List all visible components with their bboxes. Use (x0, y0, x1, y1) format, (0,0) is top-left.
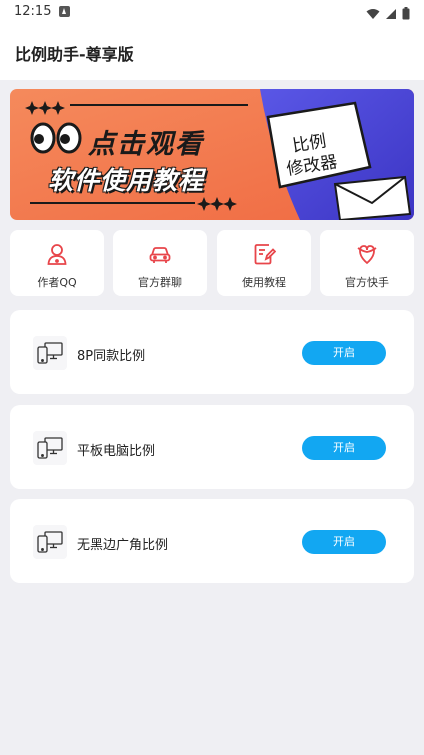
enable-button[interactable]: 开启 (302, 341, 386, 365)
quick-item-label: 作者QQ (37, 276, 77, 289)
enable-button[interactable]: 开启 (302, 530, 386, 554)
enable-button[interactable]: 开启 (302, 436, 386, 460)
wifi-icon (366, 5, 380, 24)
banner-headline-1: 点击观看 (88, 129, 204, 160)
status-time: 12:15 (14, 4, 52, 19)
app-bar: 比例助手-尊享版 (0, 24, 424, 80)
quick-item-author-qq[interactable]: 作者QQ (10, 230, 104, 296)
notification-a-icon (59, 6, 70, 17)
kuaishou-icon (355, 242, 379, 266)
battery-icon (402, 5, 410, 24)
banner-graphic (10, 89, 414, 220)
ratio-label: 无黑边广角比例 (77, 538, 169, 553)
qq-person-icon (45, 242, 69, 266)
quick-item-official-group[interactable]: 官方群聊 (113, 230, 207, 296)
quick-item-label: 官方快手 (345, 276, 389, 289)
signal-icon (385, 5, 397, 24)
status-icons (366, 5, 410, 24)
status-bar: 12:15 (0, 0, 424, 24)
ratio-card-wide-angle: 无黑边广角比例 开启 (10, 499, 414, 583)
quick-item-tutorial[interactable]: 使用教程 (217, 230, 311, 296)
quick-item-kuaishou[interactable]: 官方快手 (320, 230, 414, 296)
devices-icon (33, 431, 67, 465)
banner-headline-2: 软件使用教程 (48, 166, 205, 195)
quick-item-label: 使用教程 (242, 276, 286, 289)
quick-item-label: 官方群聊 (138, 276, 182, 289)
devices-icon (33, 336, 67, 370)
envelope-icon (333, 175, 412, 220)
quick-actions: 作者QQ 官方群聊 使用教程 官方快手 (10, 230, 414, 296)
ratio-card-8p: 8P同款比例 开启 (10, 310, 414, 394)
tutorial-banner[interactable]: 点击观看 软件使用教程 比例 修改器 (10, 89, 414, 220)
car-icon (148, 242, 172, 266)
devices-icon (33, 525, 67, 559)
ratio-label: 平板电脑比例 (77, 444, 156, 459)
page-title: 比例助手-尊享版 (15, 45, 134, 64)
edit-document-icon (252, 242, 277, 266)
ratio-card-tablet: 平板电脑比例 开启 (10, 405, 414, 489)
ratio-label: 8P同款比例 (77, 349, 146, 364)
